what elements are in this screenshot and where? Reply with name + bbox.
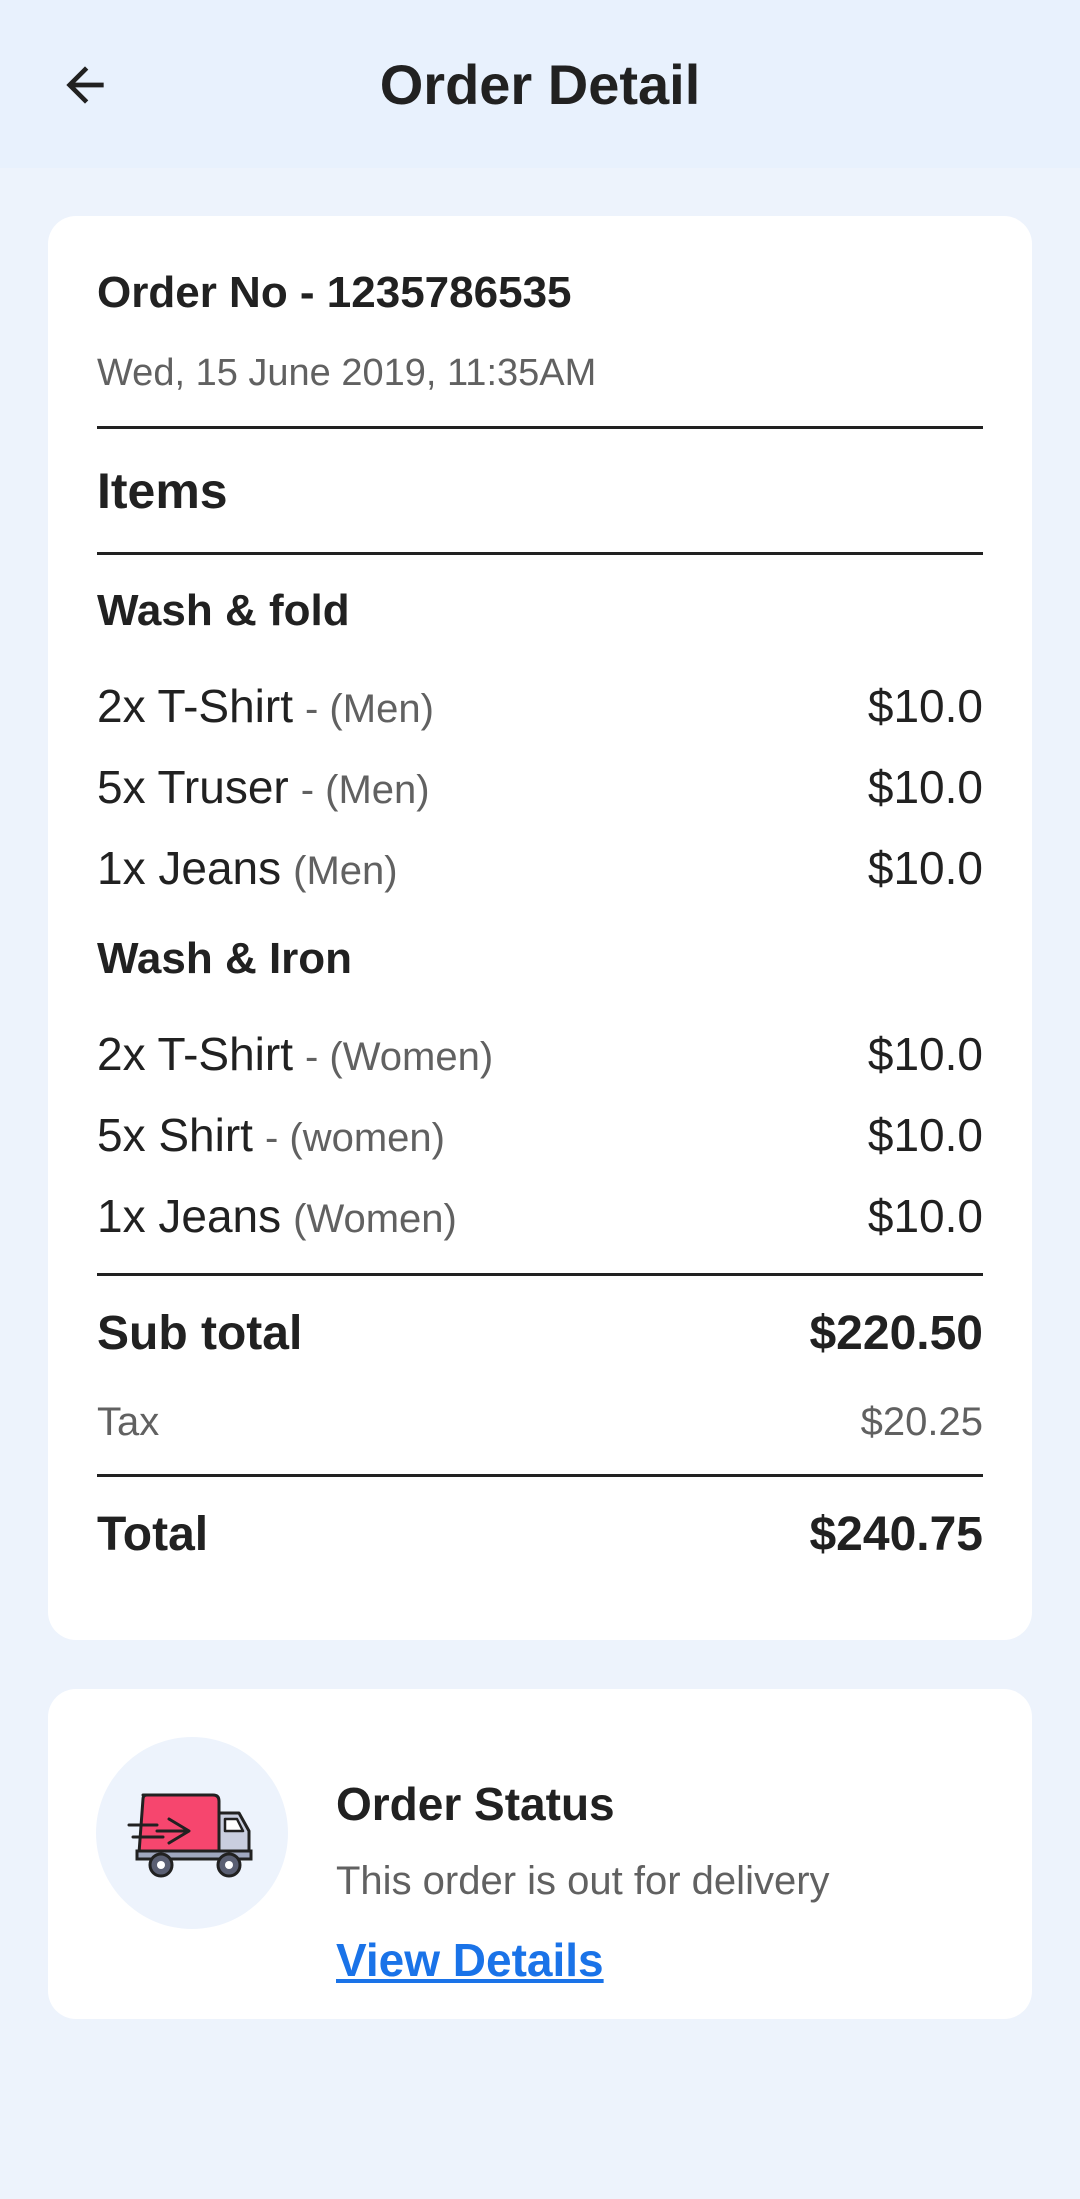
- item-price: $10.0: [867, 1190, 983, 1242]
- tax-row: Tax $20.25: [97, 1392, 983, 1452]
- item-name: 2x T-Shirt: [97, 1028, 293, 1080]
- item-name: 5x Truser: [97, 761, 289, 813]
- subtotal-row: Sub total $220.50: [97, 1303, 983, 1363]
- section-title-wash-fold: Wash & fold: [97, 586, 350, 635]
- order-status-text: This order is out for delivery: [336, 1859, 830, 1903]
- delivery-truck-icon: [127, 1793, 253, 1878]
- truck-icon-container: [96, 1737, 288, 1929]
- item-price: $10.0: [867, 1109, 983, 1161]
- order-status-card: Order Status This order is out for deliv…: [48, 1689, 1032, 2019]
- view-details-link[interactable]: View Details: [336, 1933, 604, 1987]
- arrow-left-icon: [66, 66, 104, 104]
- section-title-wash-iron: Wash & Iron: [97, 934, 353, 983]
- items-heading: Items: [97, 463, 228, 519]
- total-value: $240.75: [809, 1507, 983, 1561]
- item-price: $10.0: [867, 680, 983, 732]
- item-name: 2x T-Shirt: [97, 680, 293, 732]
- divider: [97, 426, 983, 429]
- item-price: $10.0: [867, 1028, 983, 1080]
- item-category: (Men): [293, 849, 398, 893]
- item-category: - (Men): [300, 768, 430, 812]
- list-item: 5x Shirt - (women) $10.0: [97, 1105, 983, 1165]
- item-name: 1x Jeans: [97, 842, 282, 894]
- order-date: Wed, 15 June 2019, 11:35AM: [97, 352, 597, 394]
- list-item: 1x Jeans (Men) $10.0: [97, 838, 983, 898]
- divider: [97, 1474, 983, 1477]
- item-category: - (Women): [305, 1035, 494, 1079]
- list-item: 2x T-Shirt - (Men) $10.0: [97, 676, 983, 736]
- order-card: Order No - 1235786535 Wed, 15 June 2019,…: [48, 216, 1032, 1640]
- back-button[interactable]: [50, 50, 120, 120]
- item-price: $10.0: [867, 842, 983, 894]
- total-row: Total $240.75: [97, 1504, 983, 1564]
- subtotal-value: $220.50: [809, 1306, 983, 1360]
- order-status-title: Order Status: [336, 1778, 615, 1830]
- divider: [97, 1273, 983, 1276]
- page-title: Order Detail: [379, 52, 701, 116]
- item-category: - (women): [264, 1116, 445, 1160]
- tax-value: $20.25: [860, 1399, 983, 1444]
- app-bar: Order Detail: [0, 0, 1080, 168]
- item-name: 1x Jeans: [97, 1190, 282, 1242]
- item-category: - (Men): [305, 687, 434, 731]
- list-item: 1x Jeans (Women) $10.0: [97, 1186, 983, 1246]
- item-category: (Women): [293, 1197, 457, 1241]
- total-label: Total: [97, 1507, 209, 1561]
- tax-label: Tax: [97, 1399, 160, 1444]
- subtotal-label: Sub total: [97, 1306, 303, 1360]
- list-item: 2x T-Shirt - (Women) $10.0: [97, 1024, 983, 1084]
- list-item: 5x Truser - (Men) $10.0: [97, 757, 983, 817]
- divider: [97, 552, 983, 555]
- item-price: $10.0: [867, 761, 983, 813]
- item-name: 5x Shirt: [97, 1109, 253, 1161]
- order-number: Order No - 1235786535: [97, 268, 572, 317]
